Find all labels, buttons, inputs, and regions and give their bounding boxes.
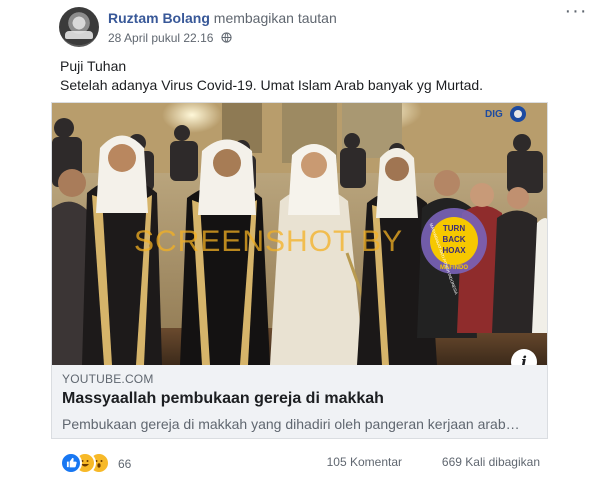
shares-count[interactable]: 669 Kali dibagikan <box>442 455 540 469</box>
link-domain: YOUTUBE.COM <box>62 372 154 386</box>
like-icon <box>60 452 82 474</box>
post-text-line-2: Setelah adanya Virus Covid-19. Umat Isla… <box>60 77 484 93</box>
author-line: Ruztam Bolang membagikan tautan <box>108 10 337 26</box>
link-preview-card[interactable]: SCREENSHOT BY TURN BACK HOAX MAFINDO MAS… <box>51 102 548 439</box>
action-text: membagikan tautan <box>213 10 337 26</box>
thumbnail-image: SCREENSHOT BY TURN BACK HOAX MAFINDO MAS… <box>52 103 547 365</box>
comments-count[interactable]: 105 Komentar <box>327 455 402 469</box>
post-text: Puji Tuhan Setelah adanya Virus Covid-19… <box>60 57 580 95</box>
link-title[interactable]: Massyaallah pembukaan gereja di makkah <box>62 390 384 408</box>
link-thumbnail[interactable]: SCREENSHOT BY TURN BACK HOAX MAFINDO MAS… <box>52 103 547 365</box>
avatar[interactable] <box>59 7 99 47</box>
reaction-count[interactable]: 66 <box>118 457 131 471</box>
facebook-post: Ruztam Bolang membagikan tautan 28 April… <box>0 0 600 479</box>
watermark-text: SCREENSHOT BY <box>134 225 403 258</box>
post-timestamp[interactable]: 28 April pukul 22.16 <box>108 31 232 45</box>
channel-logo-text: DIG <box>485 109 503 120</box>
globe-icon <box>221 32 232 43</box>
post-text-line-1: Puji Tuhan <box>60 58 127 74</box>
author-name[interactable]: Ruztam Bolang <box>108 10 210 26</box>
more-options-button[interactable]: ··· <box>564 1 588 24</box>
link-description: Pembukaan gereja di makkah yang dihadiri… <box>62 416 520 432</box>
link-card-body[interactable]: YOUTUBE.COM Massyaallah pembukaan gereja… <box>52 365 547 438</box>
badge-line-1: TURN <box>443 224 465 233</box>
timestamp-text[interactable]: 28 April pukul 22.16 <box>108 31 213 45</box>
badge-line-3: HOAX <box>442 246 466 255</box>
post-footer: 66 105 Komentar 669 Kali dibagikan <box>60 450 540 474</box>
badge-line-2: BACK <box>442 235 465 244</box>
post-header: Ruztam Bolang membagikan tautan 28 April… <box>59 7 560 51</box>
